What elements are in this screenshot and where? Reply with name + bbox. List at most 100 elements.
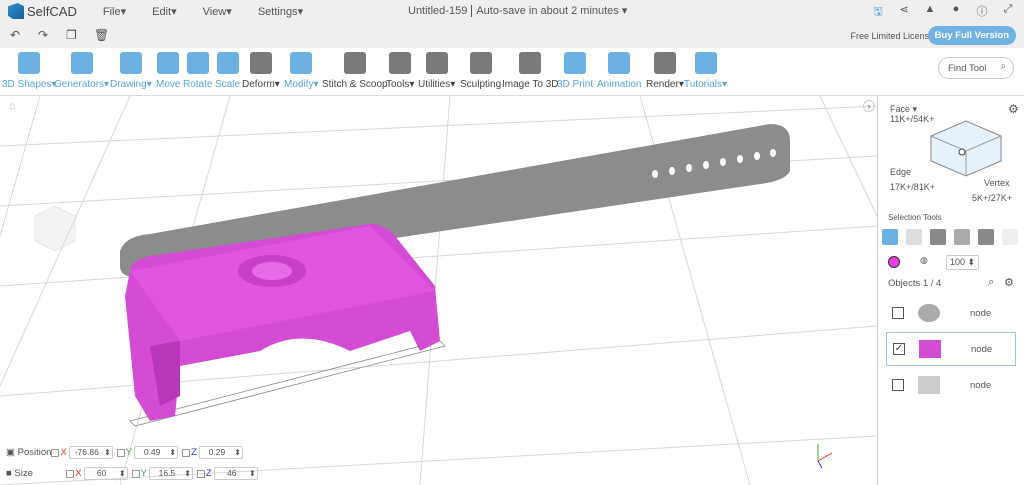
menu-file[interactable]: File▾ xyxy=(103,5,126,18)
magenta-clip-object[interactable] xyxy=(125,224,440,421)
position-y-input[interactable]: 0.49 xyxy=(134,446,179,459)
selfcad-logo[interactable]: SelfCAD xyxy=(8,3,77,19)
tool-deform[interactable]: Deform▾ xyxy=(242,52,280,90)
logo-icon xyxy=(8,3,24,19)
position-z-input[interactable]: 0.29 xyxy=(198,446,243,459)
color-swatch[interactable] xyxy=(888,256,900,268)
3d-viewport[interactable]: ⌂ › ▣ Position X-76.86 Y0.49 Z0.29 ■ Siz… xyxy=(0,96,877,485)
undo-icon[interactable]: ↶ xyxy=(10,28,28,42)
size-lock-z-checkbox[interactable] xyxy=(196,469,205,478)
tool-image-to-3d[interactable]: Image To 3D xyxy=(502,52,559,90)
select-sphere-icon[interactable] xyxy=(954,229,970,245)
size-row: ■ Size X60 Y16.5 Z46 xyxy=(6,467,262,480)
tool-animation[interactable]: Animation xyxy=(597,52,641,90)
objects-settings-icon[interactable]: ⚙ xyxy=(1004,276,1014,289)
object-checkbox[interactable] xyxy=(892,307,904,319)
tool-label: Drawing xyxy=(110,79,147,90)
tool-label: Deform xyxy=(242,79,275,90)
size-x-input[interactable]: 60 xyxy=(83,467,128,480)
search-icon[interactable]: ⌕ xyxy=(1001,61,1006,72)
tool-sculpting[interactable]: Sculpting xyxy=(460,52,501,90)
search-objects-icon[interactable]: ⌕ xyxy=(988,276,994,289)
redo-icon[interactable]: ↷ xyxy=(38,28,56,42)
edge-mode[interactable]: Edge xyxy=(890,167,911,177)
tool-move[interactable]: Move xyxy=(156,52,180,90)
tool-utilities[interactable]: Utilities▾ xyxy=(418,52,455,90)
tool-3d-print[interactable]: 3D Print xyxy=(557,52,593,90)
delete-icon[interactable]: 🗑 xyxy=(94,28,112,42)
user-icon[interactable]: ● xyxy=(950,3,962,17)
object-list-item[interactable]: node xyxy=(886,296,1016,330)
utilities-icon xyxy=(425,52,448,74)
tool-render[interactable]: Render▾ xyxy=(646,52,684,90)
share-icon[interactable]: ⋖ xyxy=(898,3,910,17)
select-grid-icon[interactable] xyxy=(930,229,946,245)
lock-z-checkbox[interactable] xyxy=(182,448,191,457)
select-wire-icon[interactable] xyxy=(906,229,922,245)
size-lock-y-checkbox[interactable] xyxy=(131,469,140,478)
image-icon xyxy=(519,52,542,74)
tool-label: Rotate xyxy=(183,79,213,90)
fullscreen-icon[interactable]: ⤢ xyxy=(1002,3,1014,17)
menu-settings[interactable]: Settings▾ xyxy=(258,5,303,18)
lock-y-checkbox[interactable] xyxy=(116,448,125,457)
size-y-input[interactable]: 16.5 xyxy=(148,467,193,480)
tool-drawing[interactable]: Drawing▾ xyxy=(110,52,152,90)
app-name: SelfCAD xyxy=(27,3,77,19)
lock-x-checkbox[interactable] xyxy=(51,448,60,457)
home-icon[interactable]: ⌂ xyxy=(9,100,16,112)
stitch-icon xyxy=(343,52,366,74)
info-icon[interactable]: ⓘ xyxy=(976,3,988,18)
select-object-icon[interactable] xyxy=(882,229,898,245)
buy-full-version-button[interactable]: Buy Full Version xyxy=(927,26,1016,45)
tool-scale[interactable]: Scale xyxy=(215,52,240,90)
tool-label: Image To 3D xyxy=(502,79,559,90)
tool-modify[interactable]: Modify▾ xyxy=(284,52,318,90)
menu-edit[interactable]: Edit▾ xyxy=(152,5,177,18)
save-icon[interactable]: 🖫 xyxy=(872,3,884,18)
tutorials-icon xyxy=(694,52,717,74)
tool-label: Generators xyxy=(54,79,105,90)
move-icon xyxy=(157,52,180,74)
tool-3d-shapes[interactable]: 3D Shapes▾ xyxy=(2,52,57,90)
collapse-panel-icon[interactable]: › xyxy=(863,100,875,112)
size-z-input[interactable]: 46 xyxy=(213,467,258,480)
objects-count: Objects 1 / 4 xyxy=(888,278,942,289)
find-tool-input[interactable]: Find Tool ⌕ xyxy=(938,57,1014,79)
axis-gizmo xyxy=(817,444,833,469)
tools-icon xyxy=(389,52,412,74)
selection-mode-cube[interactable] xyxy=(926,116,1006,181)
view-cube[interactable] xyxy=(34,205,76,252)
tool-label: 3D Print xyxy=(557,79,594,90)
size-lock-x-checkbox[interactable] xyxy=(66,469,75,478)
document-title[interactable]: Untitled-159 xyxy=(408,5,467,17)
autosave-status[interactable]: Auto-save in about 2 minutes xyxy=(476,5,618,17)
object-list-item[interactable]: node xyxy=(886,368,1016,402)
tool-stitch-scoop[interactable]: Stitch & Scoop xyxy=(322,52,388,90)
right-panel: Face ▾ 11K+/54K+ ⚙ Edge 17K+/81K+ Vertex… xyxy=(877,96,1024,485)
tool-tutorials[interactable]: Tutorials▾ xyxy=(684,52,727,90)
object-thumbnail xyxy=(918,304,940,322)
tool-generators[interactable]: Generators▾ xyxy=(54,52,109,90)
select-plane-icon[interactable] xyxy=(1002,229,1018,245)
edge-count: 17K+/81K+ xyxy=(890,182,936,192)
sculpting-icon xyxy=(469,52,492,74)
bell-icon[interactable]: ▲ xyxy=(924,3,936,17)
license-text: Free Limited License xyxy=(850,31,934,41)
tool-rotate[interactable]: Rotate xyxy=(183,52,212,90)
object-checkbox[interactable] xyxy=(892,379,904,391)
position-x-input[interactable]: -76.86 xyxy=(68,446,113,459)
object-list-item[interactable]: ✓ node xyxy=(886,332,1016,366)
vertex-mode[interactable]: Vertex xyxy=(984,178,1010,188)
opacity-input[interactable]: 100 ⬍ xyxy=(946,255,980,270)
tool-label: Animation xyxy=(597,79,642,90)
object-checkbox[interactable]: ✓ xyxy=(893,343,905,355)
gear-icon[interactable]: ⚙ xyxy=(1008,102,1019,116)
menu-view[interactable]: View▾ xyxy=(203,5,232,18)
copy-icon[interactable]: ❐ xyxy=(66,28,84,42)
tool-tools[interactable]: Tools▾ xyxy=(386,52,414,90)
tool-label: Tutorials xyxy=(684,79,722,90)
texture-icon[interactable]: ◍ xyxy=(920,255,928,266)
select-box-icon[interactable] xyxy=(978,229,994,245)
drawing-icon xyxy=(119,52,142,74)
